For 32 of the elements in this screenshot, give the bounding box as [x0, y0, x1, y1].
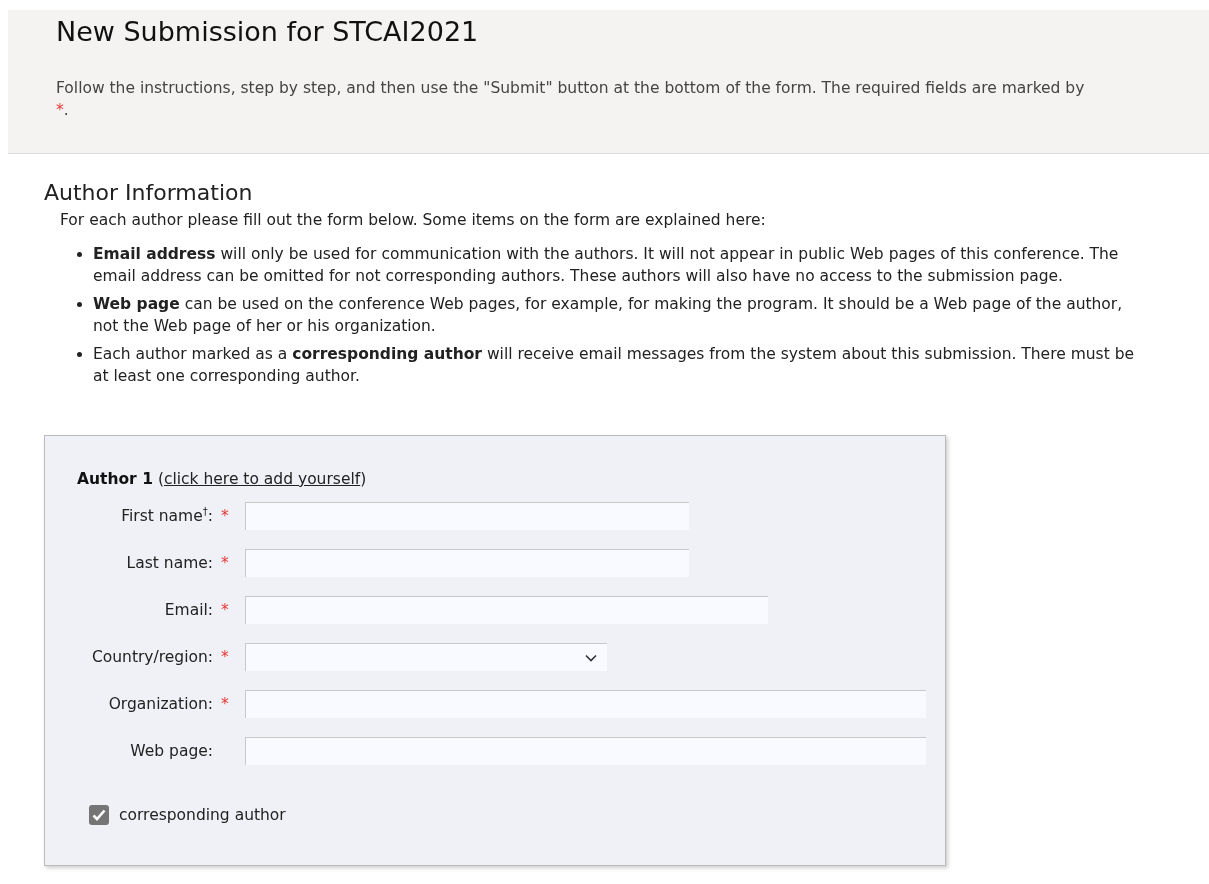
bullet-text: Web page can be used on the conference Web pages, for example, for making the program. It should be a Web page of the author, not the Web page of her or his organization.: [93, 294, 1124, 337]
required-mark: *: [221, 648, 230, 666]
field-label: Email:: [164, 601, 213, 619]
field-label: Organization:: [108, 695, 213, 713]
input-field[interactable]: [245, 690, 926, 718]
required-mark: *: [221, 695, 230, 713]
input-field[interactable]: [245, 596, 768, 624]
field-label: Last name:: [126, 554, 213, 572]
field-label: First name$^{†}$:: [121, 506, 213, 526]
required-mark: *: [221, 507, 230, 525]
author-title: Author 1 (click here to add yourself): [77, 470, 367, 488]
section-heading: Author Information: [44, 180, 254, 205]
checkbox-label: corresponding author: [119, 806, 286, 824]
field-label: Country/region:: [91, 648, 213, 666]
bullet-icon: [77, 252, 82, 257]
country-select[interactable]: [245, 643, 607, 671]
bullet-icon: [77, 302, 82, 307]
field-label: Web page:: [130, 742, 213, 760]
add-yourself-link[interactable]: click here to add yourself: [163, 470, 361, 488]
page-title: New Submission for STCAI2021: [56, 16, 480, 47]
bullet-icon: [77, 352, 82, 357]
chevron-icon: [585, 653, 597, 662]
intro-text: Follow the instructions, step by step, and then use the "Submit" button at the bottom of the form. The required fields are marked by *.: [56, 78, 1086, 121]
bullet-text: Email address will only be used for communication with the authors. It will not appear in public Web pages of this conference. The email address can be omitted for not corresponding authors. These authors will also have no access to the submission page.: [93, 244, 1120, 287]
input-field[interactable]: [245, 502, 689, 530]
input-field[interactable]: [245, 549, 689, 577]
input-field[interactable]: [245, 737, 926, 765]
required-mark: *: [221, 554, 230, 572]
required-mark: *: [221, 601, 230, 619]
bullet-text: Each author marked as a corresponding author will receive email messages from the system about this submission. There must be at least one corresponding author.: [93, 344, 1135, 387]
checkbox[interactable]: [89, 805, 109, 825]
lead-text: For each author please fill out the form below. Some items on the form are explained here:: [60, 211, 767, 229]
